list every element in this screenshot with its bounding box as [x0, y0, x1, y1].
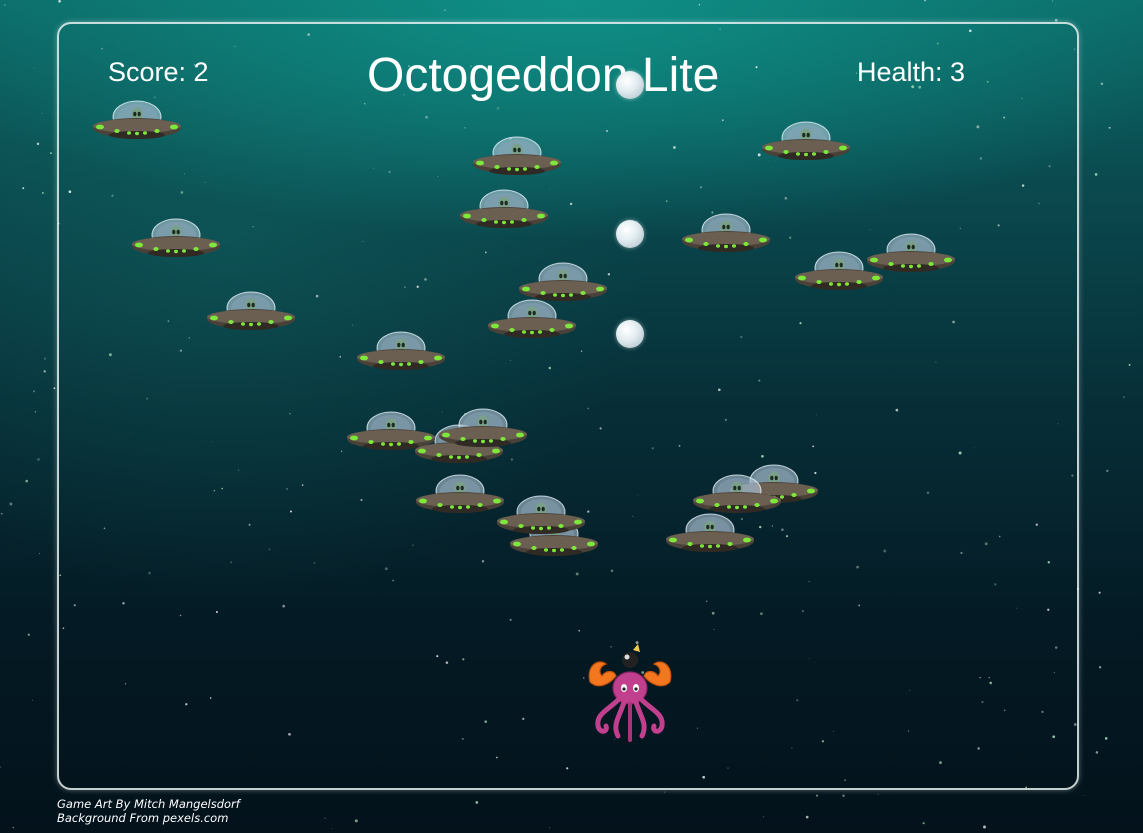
ufo-icon [415, 474, 505, 516]
ufo-icon [665, 513, 755, 555]
health-display: Health: 3 [857, 57, 966, 87]
game-title: Octogeddon Lite [367, 49, 720, 102]
game-board[interactable] [57, 22, 1079, 790]
ufo-icon [761, 121, 851, 163]
bubble-icon [616, 220, 644, 248]
ufo-icon [692, 474, 782, 516]
ufo-icon [487, 299, 577, 341]
ufo-icon [518, 262, 608, 304]
ufo-icon [681, 213, 771, 255]
credits: Game Art By Mitch Mangelsdorf Background… [57, 797, 240, 825]
ufo-icon [92, 100, 182, 142]
ufo-icon [459, 189, 549, 231]
octopus-icon[interactable] [586, 644, 674, 744]
bubble-icon [616, 71, 644, 99]
ufo-icon [794, 251, 884, 293]
ufo-icon [356, 331, 446, 373]
ufo-icon [346, 411, 436, 453]
ufo-icon [438, 408, 528, 450]
credit-background: Background From pexels.com [57, 811, 229, 825]
score-display: Score: 2 [108, 57, 209, 87]
ufo-icon [472, 136, 562, 178]
ufo-icon [496, 495, 586, 537]
ufo-icon [131, 218, 221, 260]
ufo-icon [206, 291, 296, 333]
credit-art: Game Art By Mitch Mangelsdorf [57, 797, 240, 811]
bubble-icon [616, 320, 644, 348]
